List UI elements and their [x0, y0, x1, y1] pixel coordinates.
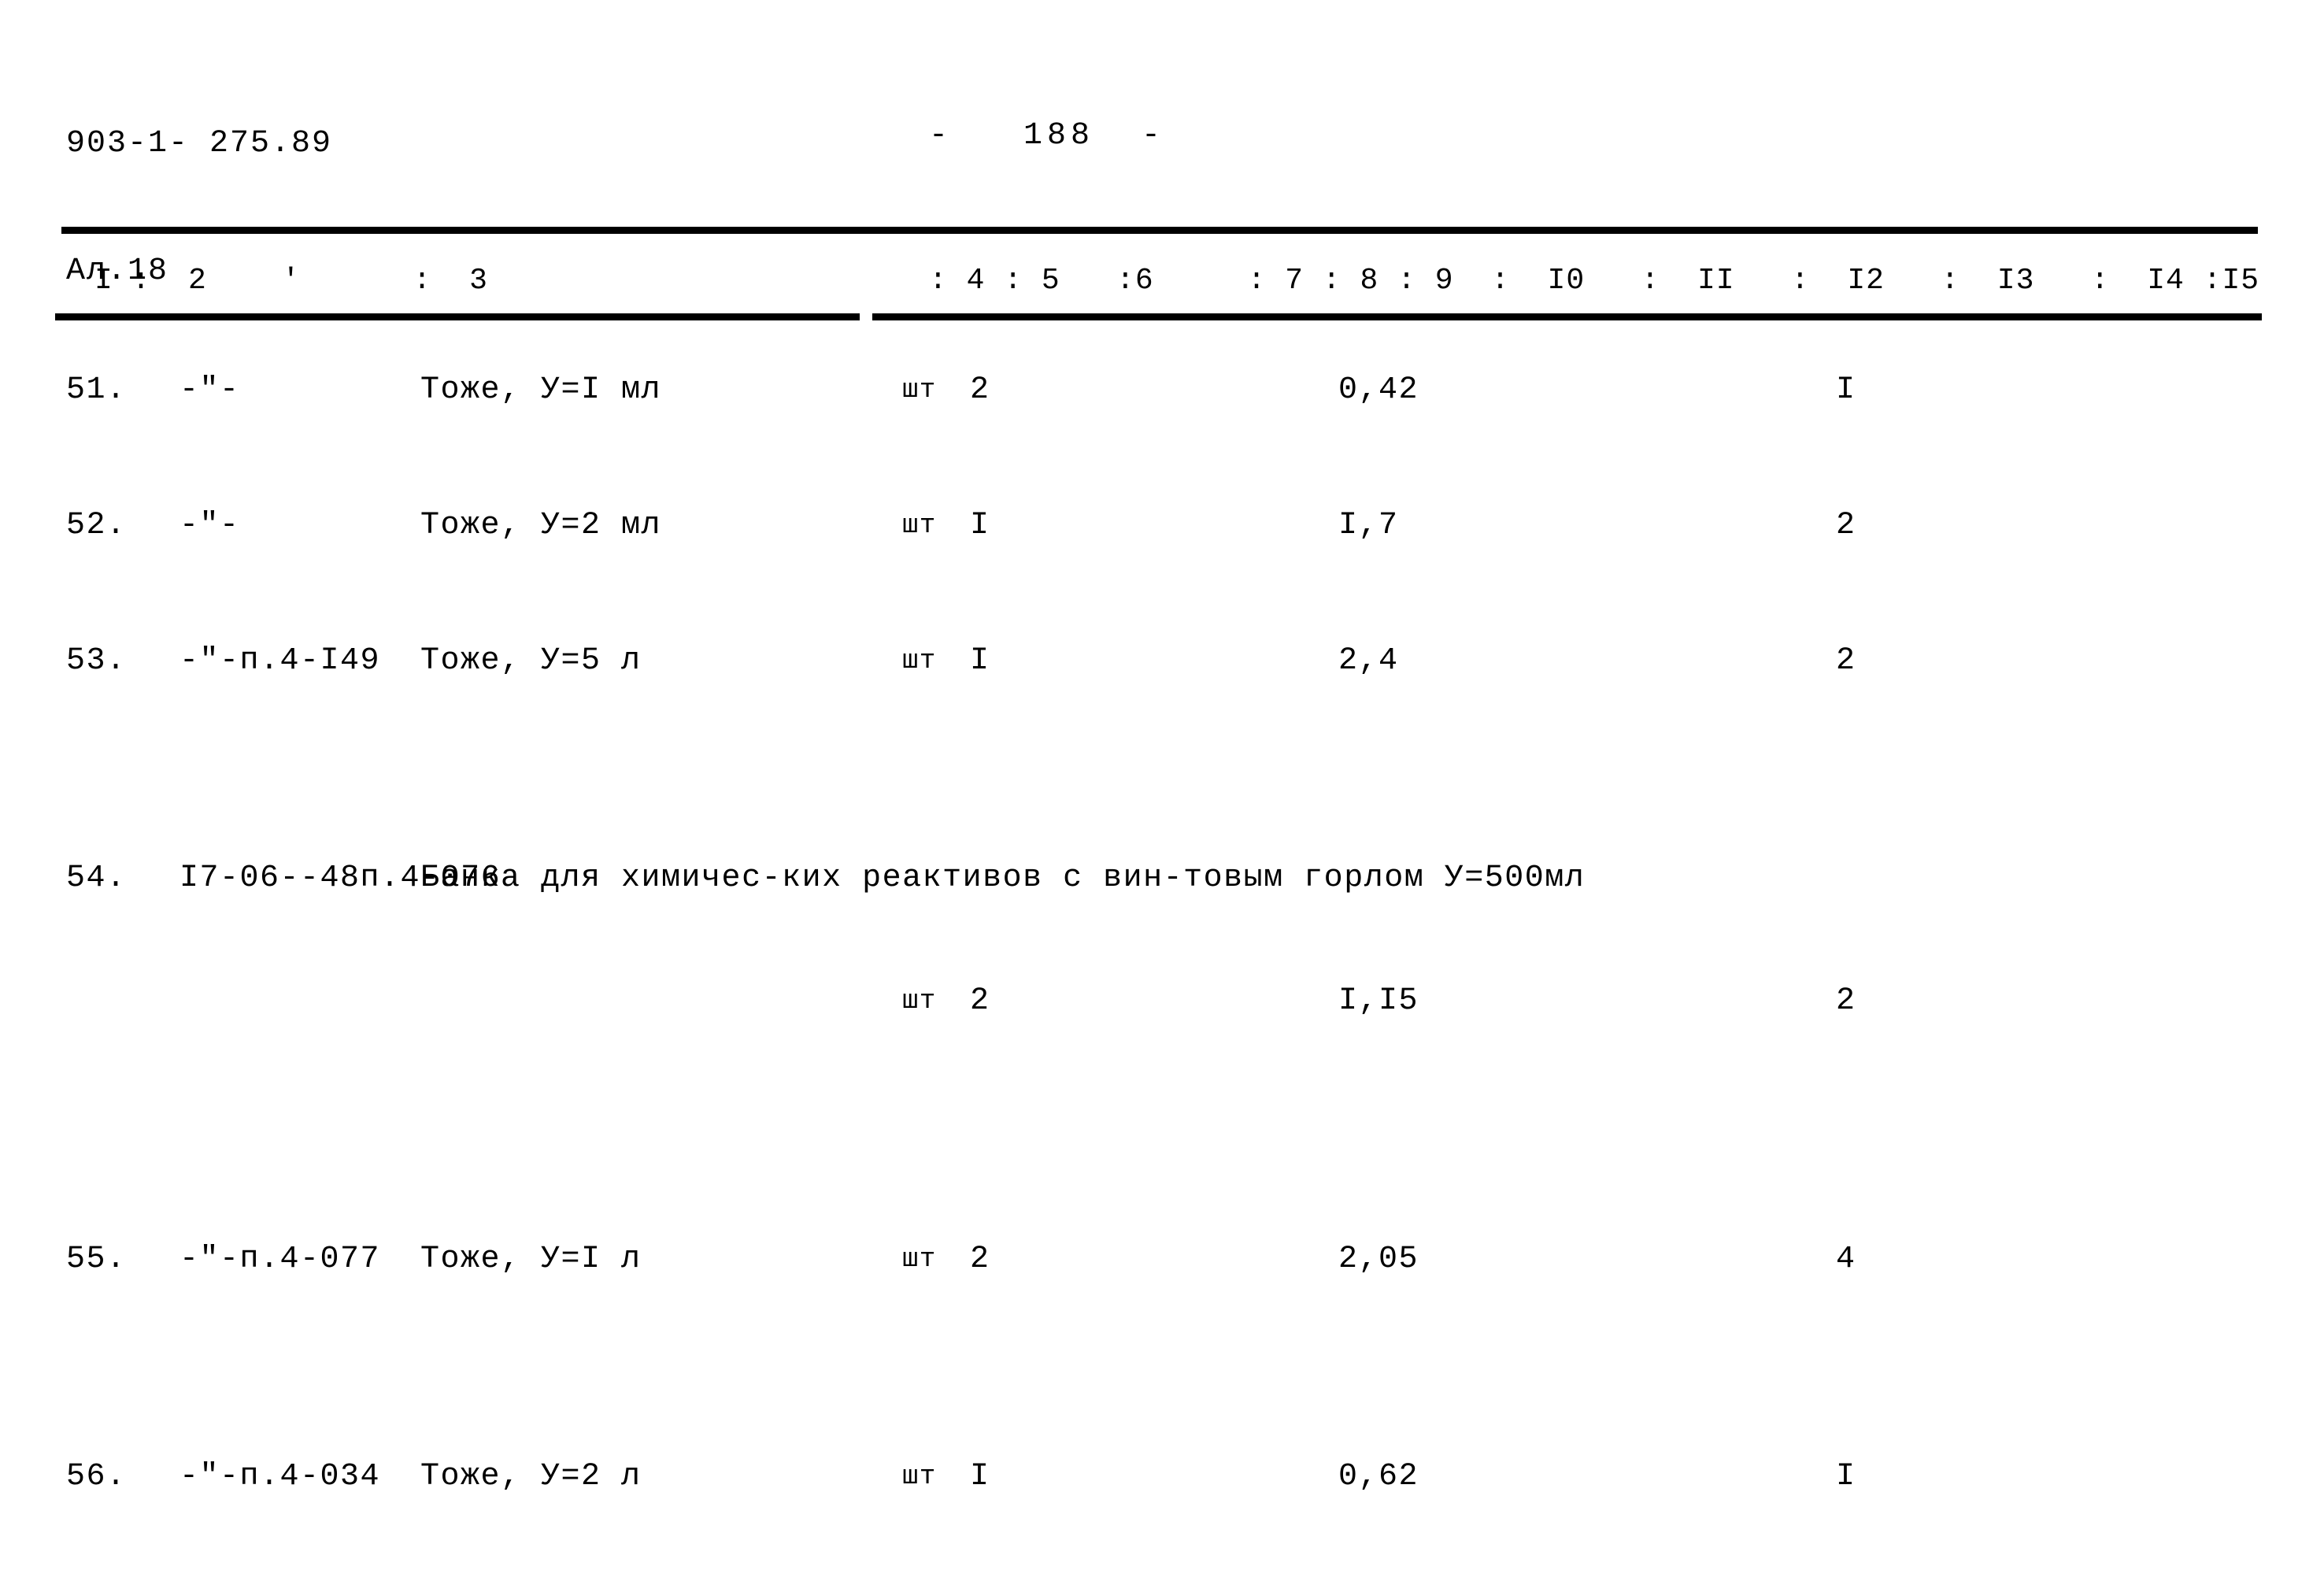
table-top-rule [61, 227, 2258, 234]
row-unit: шт [902, 987, 937, 1016]
row-description: Тоже, У=I мл [420, 372, 662, 408]
row-number: 55. [66, 1242, 127, 1277]
row-unit: шт [902, 511, 937, 541]
row-col11-value: 4 [1836, 1242, 1856, 1277]
row-code: I7-06--48п.4-076 [179, 861, 501, 896]
row-unit: шт [902, 646, 937, 676]
row-mass: I,7 [1338, 508, 1399, 543]
document-page: 903-1- 275.89 Ал.18 - 188 - I : 2 ' : 3 … [0, 0, 2324, 1581]
page-number: - 188 - [929, 118, 1166, 154]
row-col11-value: 2 [1836, 508, 1856, 543]
row-code: -"-п.4-034 [179, 1459, 381, 1494]
table-row: 56. -"-п.4-034 Тоже, У=2 л шт I 0,62 I [0, 1457, 2324, 1565]
header-rule-left [55, 313, 860, 320]
row-code: -"-п.4-077 [179, 1242, 381, 1277]
row-quantity: I [970, 1459, 990, 1494]
row-col11-value: I [1836, 1459, 1856, 1494]
row-col11-value: 2 [1836, 643, 1856, 679]
row-unit: шт [902, 1245, 937, 1275]
row-description: Тоже, У=2 л [420, 1459, 642, 1494]
row-mass: 0,62 [1338, 1459, 1419, 1494]
row-description: Тоже, У=I л [420, 1242, 642, 1277]
row-unit: шт [902, 376, 937, 405]
row-quantity: I [970, 508, 990, 543]
row-number: 52. [66, 508, 127, 543]
row-quantity: 2 [970, 1242, 990, 1277]
table-row: 54. I7-06--48п.4-076 Банка для химичес-ких… [0, 858, 2324, 1049]
table-row: 55. -"-п.4-077 Тоже, У=I л шт 2 2,05 4 [0, 1239, 2324, 1348]
document-code-line-1: 903-1- 275.89 [66, 126, 333, 161]
header-rule-right [872, 313, 2262, 320]
row-number: 56. [66, 1459, 127, 1494]
row-unit: шт [902, 1462, 937, 1492]
row-description: Тоже, У=5 л [420, 643, 642, 679]
row-code: -"- [179, 372, 240, 408]
table-row: 53. -"-п.4-I49 Тоже, У=5 л шт I 2,4 2 [0, 641, 2324, 750]
table-row: 52. -"- Тоже, У=2 мл шт I I,7 2 [0, 505, 2324, 573]
row-mass: 0,42 [1338, 372, 1419, 408]
row-mass: 2,05 [1338, 1242, 1419, 1277]
row-col11-value: 2 [1836, 983, 1856, 1019]
row-description: Тоже, У=2 мл [420, 508, 662, 543]
table-body: 51. -"- Тоже, У=I мл шт 2 0,42 I 52. -"- Тоже, У=… [0, 370, 2324, 1494]
row-description: Банка для химичес-ких реактивов с вин-то… [420, 861, 1586, 896]
row-code: -"- [179, 508, 240, 543]
row-quantity: 2 [970, 983, 990, 1019]
row-quantity: 2 [970, 372, 990, 408]
row-number: 54. [66, 861, 127, 896]
row-number: 53. [66, 643, 127, 679]
document-code: 903-1- 275.89 Ал.18 [66, 38, 332, 378]
column-headers-right: : 4 : 5 :6 : 7 : 8 : 9 : I0 : II : I2 : … [929, 264, 2260, 298]
column-headers-left: I : 2 ' : 3 [94, 264, 488, 298]
row-quantity: I [970, 643, 990, 679]
row-mass: I,I5 [1338, 983, 1419, 1019]
row-col11-value: I [1836, 372, 1856, 408]
row-code: -"-п.4-I49 [179, 643, 381, 679]
row-mass: 2,4 [1338, 643, 1399, 679]
table-row: 51. -"- Тоже, У=I мл шт 2 0,42 I [0, 370, 2324, 438]
row-number: 51. [66, 372, 127, 408]
